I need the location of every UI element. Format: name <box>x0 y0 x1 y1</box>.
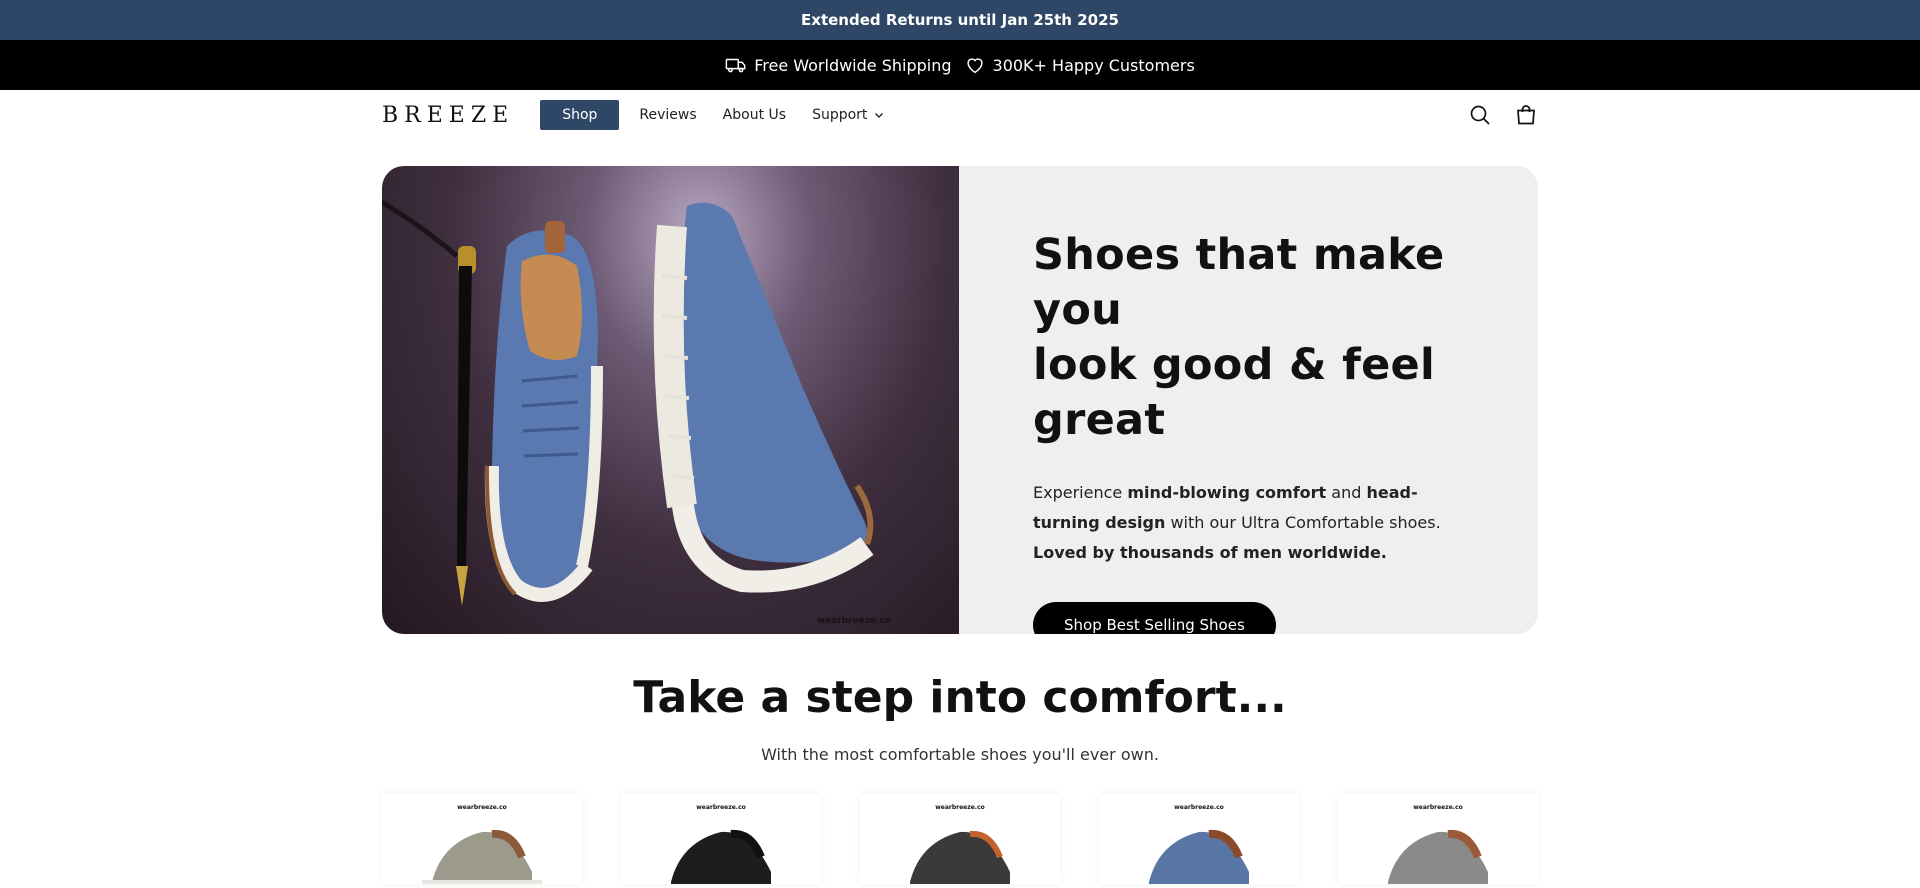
product-shoe-image <box>1388 829 1488 884</box>
section-title: Take a step into comfort... <box>633 672 1287 723</box>
search-icon[interactable] <box>1468 103 1492 127</box>
nav-shop[interactable]: Shop <box>540 100 620 130</box>
cart-icon[interactable] <box>1514 103 1538 127</box>
product-brand-tag: wearbreeze.co <box>457 804 507 811</box>
hero-title-line1: Shoes that make you <box>1033 230 1445 335</box>
nav-support-label: Support <box>812 107 868 123</box>
hero-content: Shoes that make you look good & feel gre… <box>959 166 1538 634</box>
truck-icon <box>725 58 746 73</box>
heart-icon <box>966 58 983 74</box>
product-shoe-image <box>910 830 1010 884</box>
benefits-bar: Free Worldwide Shipping 300K+ Happy Cust… <box>0 40 1920 90</box>
shoe-illustration <box>382 199 874 606</box>
product-brand-tag: wearbreeze.co <box>696 804 746 811</box>
hero-title-line2: look good & feel great <box>1033 340 1436 445</box>
shop-best-sellers-button[interactable]: Shop Best Selling Shoes <box>1033 602 1276 634</box>
product-brand-tag: wearbreeze.co <box>1174 804 1224 811</box>
brand-logo[interactable]: BREEZE <box>382 103 514 128</box>
hero-shoe-image: wearbreeze.co <box>382 166 959 634</box>
hero-description: Experience mind-blowing comfort and head… <box>1033 483 1441 562</box>
announcement-banner: Extended Returns until Jan 25th 2025 <box>0 0 1920 40</box>
announcement-text: Extended Returns until Jan 25th 2025 <box>801 11 1119 29</box>
nav-shop-label: Shop <box>562 107 598 123</box>
product-shoe-image <box>1149 829 1249 884</box>
product-card[interactable]: wearbreeze.co <box>621 794 821 884</box>
nav-support[interactable]: Support <box>800 100 897 130</box>
product-card[interactable]: wearbreeze.co <box>382 794 582 884</box>
nav-reviews[interactable]: Reviews <box>627 100 708 130</box>
product-card[interactable]: wearbreeze.co <box>860 794 1060 884</box>
nav-about-label: About Us <box>722 107 787 123</box>
customers-label: 300K+ Happy Customers <box>992 55 1195 75</box>
nav-reviews-label: Reviews <box>639 107 697 123</box>
site-header: BREEZE Shop Reviews About Us Support <box>382 90 1538 140</box>
chevron-down-icon <box>875 113 884 118</box>
product-shoe-image <box>422 829 542 884</box>
product-brand-tag: wearbreeze.co <box>1413 804 1463 811</box>
nav-about-us[interactable]: About Us <box>711 100 798 130</box>
header-actions <box>1468 103 1538 127</box>
shipping-label: Free Worldwide Shipping <box>754 55 952 75</box>
hero-section: wearbreeze.co Shoes that make you look g… <box>382 166 1538 634</box>
shipping-benefit: Free Worldwide Shipping <box>725 54 952 76</box>
product-card[interactable]: wearbreeze.co <box>1099 794 1299 884</box>
product-grid: wearbreeze.co wearbreeze.co wearbreeze.c… <box>382 794 1538 884</box>
product-shoe-image <box>671 829 771 884</box>
product-brand-tag: wearbreeze.co <box>935 804 985 811</box>
hero-title: Shoes that make you look good & feel gre… <box>1033 228 1464 448</box>
image-watermark: wearbreeze.co <box>816 616 891 626</box>
product-card[interactable]: wearbreeze.co <box>1338 794 1538 884</box>
section-subtitle: With the most comfortable shoes you'll e… <box>761 745 1159 764</box>
main-nav: Shop Reviews About Us Support <box>540 100 899 130</box>
customers-benefit: 300K+ Happy Customers <box>964 54 1195 76</box>
